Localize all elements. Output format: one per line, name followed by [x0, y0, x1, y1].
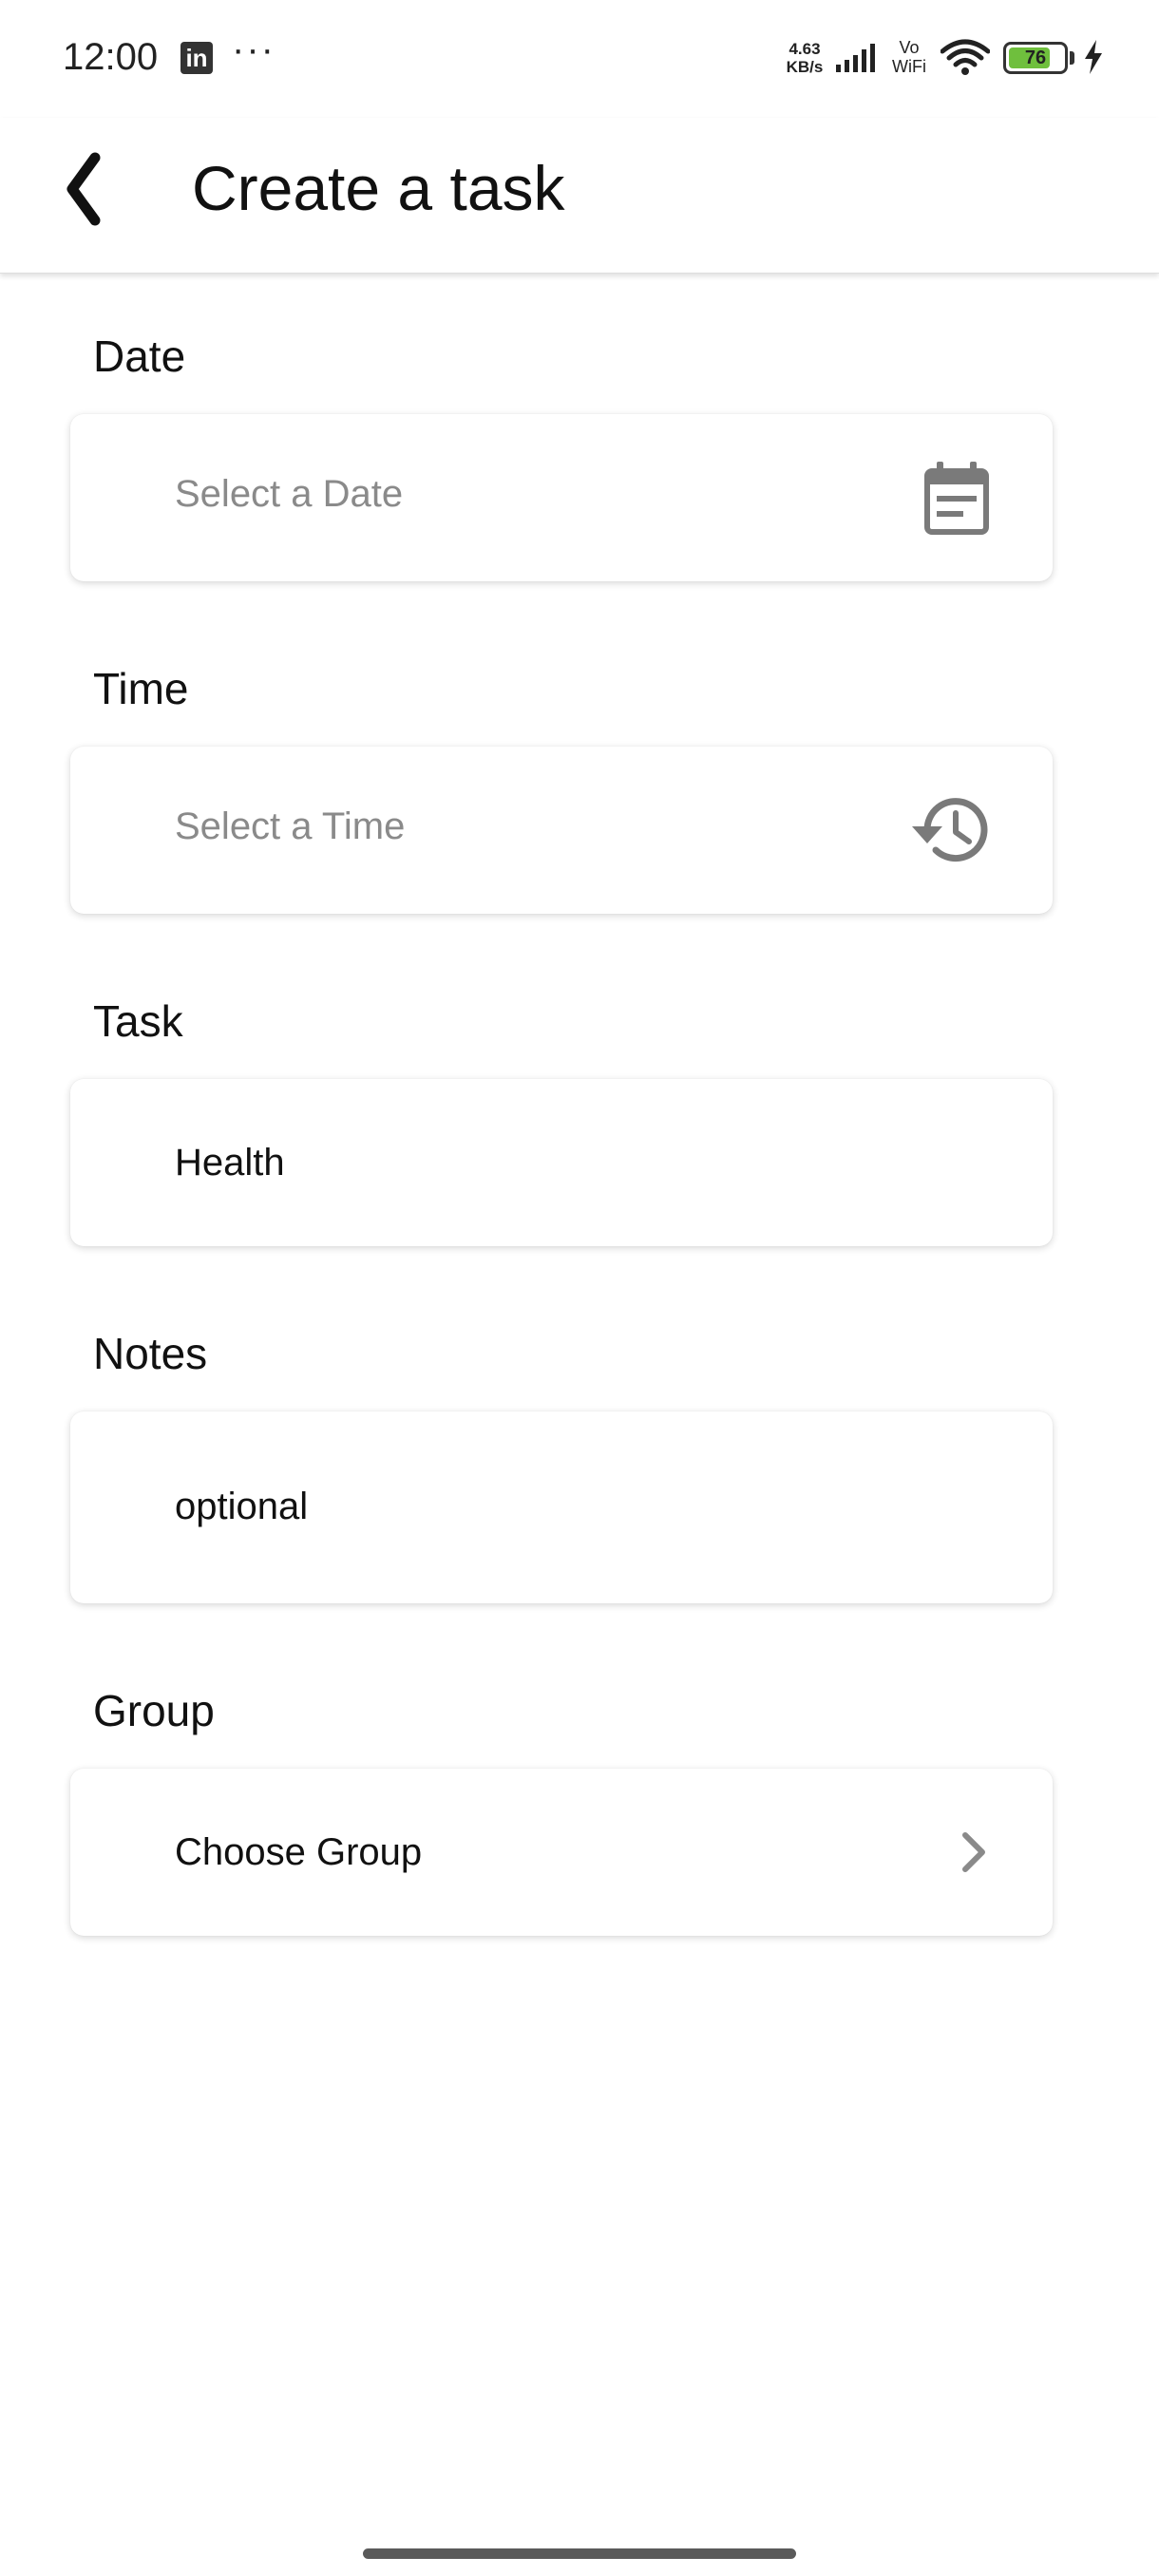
task-label: Task	[93, 996, 183, 1046]
more-notifications-icon: ···	[232, 28, 276, 70]
group-selector[interactable]: Choose Group	[70, 1769, 1053, 1936]
chevron-right-icon	[962, 1832, 985, 1872]
chevron-left-icon	[66, 152, 101, 226]
date-picker-field[interactable]: Select a Date	[70, 414, 1053, 581]
home-indicator[interactable]	[363, 2548, 796, 2559]
network-speed-unit: KB/s	[786, 58, 824, 76]
vowifi-bottom: WiFi	[892, 57, 926, 76]
group-value: Choose Group	[175, 1831, 423, 1873]
battery-icon: 76	[1003, 42, 1068, 74]
back-button[interactable]	[57, 146, 133, 232]
page-title: Create a task	[192, 153, 565, 223]
calendar-icon[interactable]	[923, 462, 990, 536]
status-time: 12:00	[63, 36, 159, 78]
battery-level: 76	[1024, 47, 1047, 68]
history-clock-icon[interactable]	[908, 792, 990, 868]
network-speed: 4.63 KB/s	[779, 40, 830, 76]
group-label: Group	[93, 1686, 215, 1735]
vowifi-indicator: Vo WiFi	[885, 38, 933, 76]
status-bar: 12:00 in ··· 4.63 KB/s Vo WiFi 76	[0, 0, 1159, 118]
signal-icon	[836, 44, 875, 72]
linkedin-icon: in	[180, 42, 213, 74]
vowifi-top: Vo	[899, 38, 920, 57]
time-picker-field[interactable]: Select a Time	[70, 747, 1053, 914]
notes-label: Notes	[93, 1329, 208, 1378]
network-speed-value: 4.63	[788, 40, 821, 58]
notes-input[interactable]: optional	[70, 1411, 1053, 1603]
time-placeholder: Select a Time	[175, 805, 406, 847]
date-placeholder: Select a Date	[175, 473, 404, 515]
task-input[interactable]: Health	[70, 1079, 1053, 1246]
charging-icon	[1085, 40, 1102, 74]
battery-tip	[1070, 51, 1074, 65]
time-label: Time	[93, 664, 189, 713]
wifi-icon	[940, 39, 990, 75]
app-header: Create a task	[0, 118, 1159, 274]
task-value: Health	[175, 1142, 285, 1184]
date-label: Date	[93, 331, 186, 381]
notes-value: optional	[175, 1486, 309, 1527]
